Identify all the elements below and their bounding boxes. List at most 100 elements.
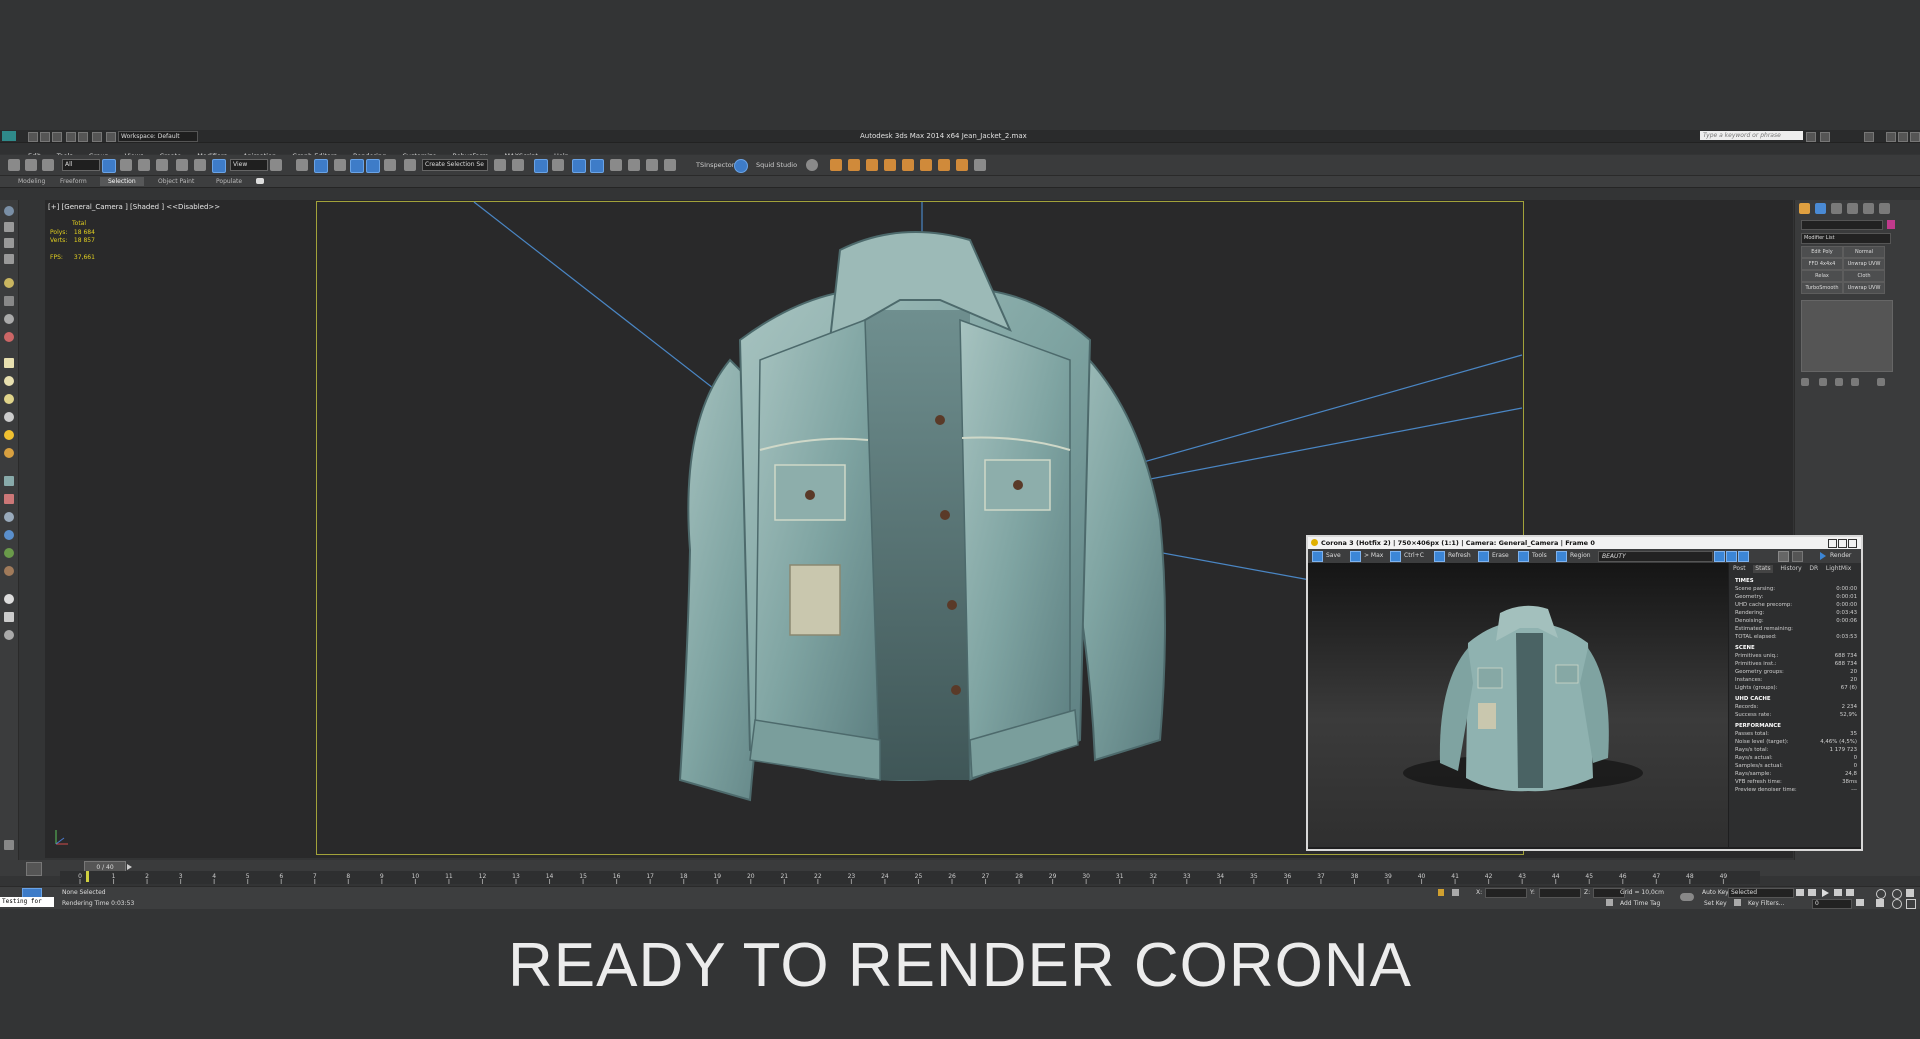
vfb-channel-dropdown[interactable]: BEAUTY — [1598, 551, 1713, 562]
vfb-save-button[interactable]: Save — [1326, 551, 1341, 561]
vfb-erase-button[interactable]: Erase — [1492, 551, 1509, 561]
hierarchy-tab-icon[interactable] — [1831, 203, 1842, 214]
stats-row-label: Lights (groups): — [1735, 685, 1778, 691]
vfb-tab-lightmix[interactable]: LightMix — [1826, 565, 1851, 573]
timeline-tick-label: 31 — [1116, 873, 1124, 880]
render-icon[interactable] — [1820, 552, 1826, 560]
timeline-tick-label: 9 — [380, 873, 384, 880]
vfb-region-button[interactable]: Region — [1570, 551, 1591, 561]
z-coordinate-label: Z: — [1584, 889, 1591, 896]
stop-icon[interactable] — [1778, 551, 1789, 562]
turbosmooth-button[interactable]: TurboSmooth — [1801, 282, 1843, 294]
configure-modifier-sets-icon[interactable] — [1877, 378, 1885, 386]
unwrap-uvw-button-2[interactable]: Unwrap UVW — [1843, 282, 1885, 294]
pin-stack-icon[interactable] — [1801, 378, 1809, 386]
cloth-button[interactable]: Cloth — [1843, 270, 1885, 282]
pause-icon[interactable] — [1792, 551, 1803, 562]
zoom-all-icon[interactable] — [1892, 889, 1902, 899]
create-tab-icon[interactable] — [1799, 203, 1810, 214]
stats-row: Rays/sample: 24,8 — [1735, 770, 1861, 778]
to-max-icon[interactable] — [1350, 551, 1361, 562]
play-icon[interactable] — [1822, 889, 1829, 897]
vfb-maximize-icon[interactable] — [1838, 539, 1847, 548]
modifier-stack-list[interactable] — [1801, 300, 1893, 372]
current-frame-field[interactable]: 0 — [1812, 899, 1852, 909]
timeline-tick-label: 1 — [112, 873, 116, 880]
utilities-tab-icon[interactable] — [1879, 203, 1890, 214]
display-tab-icon[interactable] — [1863, 203, 1874, 214]
vfb-tab-dr[interactable]: DR — [1809, 565, 1818, 573]
auto-key-button[interactable]: Auto Key — [1702, 888, 1729, 897]
tools-icon[interactable] — [1518, 551, 1529, 562]
vfb-tools-button[interactable]: Tools — [1532, 551, 1547, 561]
vfb-close-icon[interactable] — [1848, 539, 1857, 548]
unwrap-uvw-button[interactable]: Unwrap UVW — [1843, 258, 1885, 270]
x-coordinate-field[interactable] — [1485, 888, 1527, 898]
copy-icon[interactable] — [1390, 551, 1401, 562]
zoom-fit-icon[interactable] — [1738, 551, 1749, 562]
zoom-viewport-icon[interactable] — [1876, 889, 1886, 899]
refresh-icon[interactable] — [1434, 551, 1445, 562]
absolute-mode-icon[interactable] — [1452, 889, 1459, 896]
vfb-minimize-icon[interactable] — [1828, 539, 1837, 548]
go-to-start-icon[interactable] — [1796, 889, 1804, 896]
key-filters-icon[interactable] — [1734, 899, 1741, 906]
remove-modifier-icon[interactable] — [1851, 378, 1859, 386]
zoom-in-icon[interactable] — [1714, 551, 1725, 562]
erase-icon[interactable] — [1478, 551, 1489, 562]
vfb-tab-post[interactable]: Post — [1733, 565, 1746, 573]
time-tag-icon[interactable] — [1606, 899, 1613, 906]
zoom-extents-all-icon[interactable] — [1906, 889, 1914, 897]
stats-row-label: Rays/sample: — [1735, 771, 1772, 777]
stats-row-value: 1 179 723 — [1829, 747, 1857, 753]
motion-tab-icon[interactable] — [1847, 203, 1858, 214]
mini-curve-editor-icon[interactable] — [26, 862, 42, 876]
stats-row: Rays/s actual: 0 — [1735, 754, 1861, 762]
stats-row-value: 0:00:01 — [1836, 594, 1857, 600]
maximize-viewport-icon[interactable] — [1906, 899, 1916, 909]
next-frame-button-icon[interactable] — [1834, 889, 1842, 896]
object-name-field[interactable] — [1801, 220, 1883, 230]
denim-jacket-model[interactable] — [640, 220, 1200, 820]
set-key-icon[interactable] — [1680, 893, 1694, 901]
vfb-refresh-button[interactable]: Refresh — [1448, 551, 1471, 561]
time-config-icon[interactable] — [1856, 899, 1864, 906]
maxscript-listener-input[interactable]: Testing for — [0, 897, 54, 907]
vfb-to-max-button[interactable]: > Max — [1364, 551, 1383, 561]
stats-row-label: UHD cache precomp: — [1735, 602, 1793, 608]
pan-view-icon[interactable] — [1876, 899, 1884, 907]
vfb-tab-stats[interactable]: Stats — [1753, 565, 1773, 573]
stats-row-value: 2 234 — [1841, 704, 1857, 710]
y-coordinate-field[interactable] — [1539, 888, 1581, 898]
make-unique-icon[interactable] — [1835, 378, 1843, 386]
add-time-tag-button[interactable]: Add Time Tag — [1620, 899, 1660, 908]
stats-row-label: Passes total: — [1735, 731, 1769, 737]
save-icon[interactable] — [1312, 551, 1323, 562]
zoom-out-icon[interactable] — [1726, 551, 1737, 562]
ffd-button[interactable]: FFD 4x4x4 — [1801, 258, 1843, 270]
relax-button[interactable]: Relax — [1801, 270, 1843, 282]
stats-row-value: 0:03:53 — [1836, 634, 1857, 640]
timeline-tick-label: 41 — [1451, 873, 1459, 880]
modifier-list-dropdown[interactable]: Modifier List — [1801, 233, 1891, 244]
previous-frame-icon[interactable] — [1808, 889, 1816, 896]
region-icon[interactable] — [1556, 551, 1567, 562]
modify-tab-icon[interactable] — [1815, 203, 1826, 214]
lock-selection-icon[interactable] — [1438, 889, 1444, 896]
timeline-tick-label: 38 — [1351, 873, 1359, 880]
vfb-rendered-image[interactable] — [1308, 563, 1728, 847]
set-key-button[interactable]: Set Key — [1704, 899, 1727, 908]
vfb-render-button[interactable]: Render — [1830, 551, 1851, 561]
next-frame-icon[interactable] — [127, 864, 132, 870]
object-color-swatch[interactable] — [1887, 220, 1895, 229]
normal-button[interactable]: Normal — [1843, 246, 1885, 258]
vfb-copy-button[interactable]: Ctrl+C — [1404, 551, 1424, 561]
show-end-result-icon[interactable] — [1819, 378, 1827, 386]
orbit-view-icon[interactable] — [1892, 899, 1902, 909]
go-to-end-icon[interactable] — [1846, 889, 1854, 896]
vfb-tab-history[interactable]: History — [1780, 565, 1801, 573]
edit-poly-button[interactable]: Edit Poly — [1801, 246, 1843, 258]
stats-row-value: --- — [1851, 787, 1857, 793]
auto-key-selection-dropdown[interactable]: Selected — [1728, 888, 1794, 898]
key-filters-button[interactable]: Key Filters... — [1748, 899, 1785, 908]
